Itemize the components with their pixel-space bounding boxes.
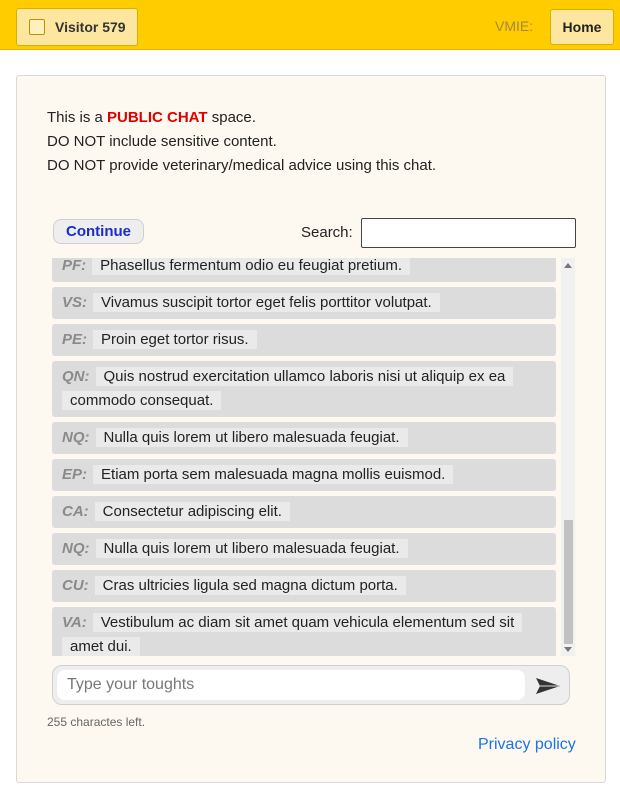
chat-message: PE: Proin eget tortor risus. <box>52 324 556 356</box>
notice-line-2: DO NOT include sensitive content. <box>47 133 277 150</box>
home-button[interactable]: Home <box>550 9 614 45</box>
visitor-label: Visitor 579 <box>55 19 126 35</box>
chat-message: CU: Cras ultricies ligula sed magna dictu… <box>52 570 556 602</box>
message-sender-code: VS: <box>62 294 88 311</box>
message-input[interactable] <box>57 670 525 700</box>
visitor-checkbox-icon <box>29 19 45 35</box>
message-text: Cras ultricies ligula sed magna dictum p… <box>94 576 406 595</box>
chat-message: VA: Vestibulum ac diam sit amet quam vehi… <box>52 607 556 656</box>
message-text: Vivamus suscipit tortor eget felis portt… <box>93 293 440 312</box>
chat-message: NQ: Nulla quis lorem ut libero malesuada … <box>52 533 556 565</box>
notice-suffix: space. <box>207 109 256 126</box>
chat-message: VS: Vivamus suscipit tortor eget felis po… <box>52 287 556 319</box>
public-chat-highlight: PUBLIC CHAT <box>107 109 208 126</box>
continue-button[interactable]: Continue <box>53 219 144 244</box>
chat-message: CA: Consectetur adipiscing elit. <box>52 496 556 528</box>
privacy-policy-link[interactable]: Privacy policy <box>478 736 576 754</box>
compose-box <box>52 665 570 705</box>
scroll-down-arrow-icon[interactable] <box>564 647 572 652</box>
message-text: Etiam porta sem malesuada magna mollis e… <box>93 465 454 484</box>
message-sender-code: VA: <box>62 614 87 631</box>
chars-left-counter: 255 charactes left. <box>47 715 146 729</box>
chat-message: EP: Etiam porta sem malesuada magna molli… <box>52 459 556 491</box>
vmie-label: VMIE: <box>495 18 534 34</box>
message-sender-code: NQ: <box>62 540 90 557</box>
notice-prefix: This is a <box>47 109 108 126</box>
message-text: Consectetur adipiscing elit. <box>94 502 290 521</box>
chat-message: NQ: Nulla quis lorem ut libero malesuada … <box>52 422 556 454</box>
message-sender-code: CA: <box>62 503 89 520</box>
top-bar: Visitor 579 VMIE: Home <box>0 0 620 50</box>
message-sender-code: PE: <box>62 331 88 348</box>
message-sender-code: CU: <box>62 577 89 594</box>
message-text: Quis nostrud exercitation ullamco labori… <box>62 367 514 410</box>
message-text: Nulla quis lorem ut libero malesuada feu… <box>95 539 408 558</box>
search-input[interactable] <box>361 218 576 248</box>
notice-line-3: DO NOT provide veterinary/medical advice… <box>47 157 437 174</box>
message-sender-code: NQ: <box>62 429 90 446</box>
message-scrollbar[interactable] <box>561 258 575 656</box>
chat-message: QN: Quis nostrud exercitation ullamco lab… <box>52 361 556 417</box>
message-text: Nulla quis lorem ut libero malesuada feu… <box>95 428 408 447</box>
message-sender-code: QN: <box>62 368 90 385</box>
send-icon[interactable] <box>534 674 562 698</box>
search-label: Search: <box>301 224 353 241</box>
message-sender-code: PF: <box>62 258 87 274</box>
public-chat-notice: This is a PUBLIC CHAT space. DO NOT incl… <box>47 106 436 178</box>
message-text: Vestibulum ac diam sit amet quam vehicul… <box>62 613 523 656</box>
message-text: Proin eget tortor risus. <box>93 330 257 349</box>
message-sender-code: EP: <box>62 466 88 483</box>
message-text: Phasellus fermentum odio eu feugiat pret… <box>92 258 411 275</box>
notice-line-1: This is a PUBLIC CHAT space. <box>47 106 436 130</box>
chat-message: PF: Phasellus fermentum odio eu feugiat p… <box>52 258 556 282</box>
visitor-button[interactable]: Visitor 579 <box>16 8 138 46</box>
chat-card: This is a PUBLIC CHAT space. DO NOT incl… <box>16 75 606 783</box>
scroll-thumb[interactable] <box>564 520 573 644</box>
scroll-up-arrow-icon[interactable] <box>564 263 572 268</box>
message-list[interactable]: PF: Phasellus fermentum odio eu feugiat p… <box>52 258 575 656</box>
message-list-inner: PF: Phasellus fermentum odio eu feugiat p… <box>52 258 556 656</box>
